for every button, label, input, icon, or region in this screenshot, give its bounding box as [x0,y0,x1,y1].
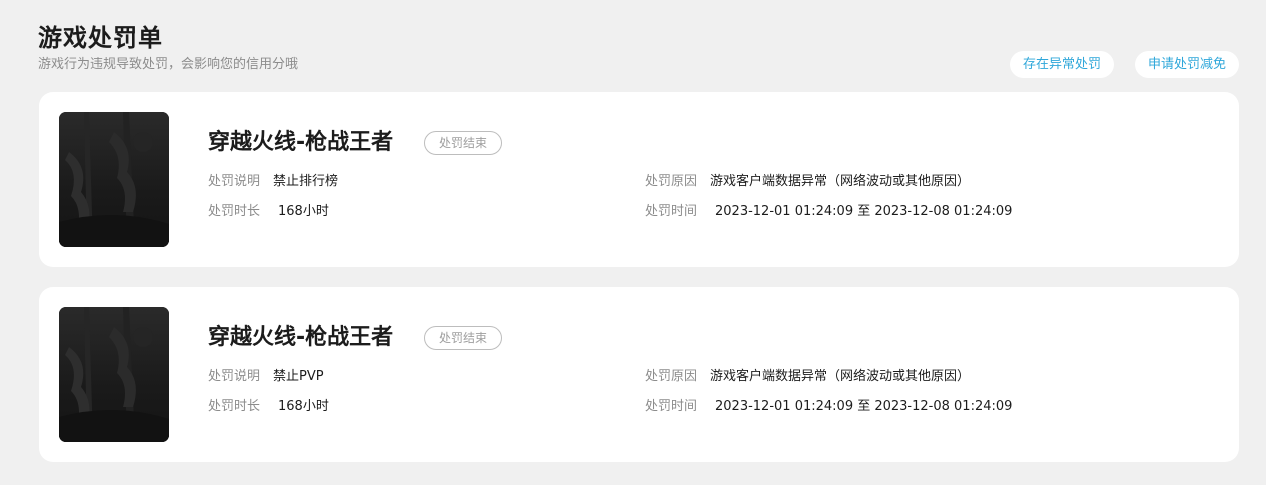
page-header: 游戏处罚单 游戏行为违规导致处罚，会影响您的信用分哦 [38,22,298,75]
penalty-time-field: 处罚时间 2023-12-01 01:24:09 至 2023-12-08 01:… [645,398,1012,416]
field-label: 处罚时间 [645,204,698,219]
penalty-page: 游戏处罚单 游戏行为违规导致处罚，会影响您的信用分哦 存在异常处罚 申请处罚减免 [0,0,1266,485]
game-name: 穿越火线-枪战王者 [208,325,394,350]
game-cover-art [59,112,169,247]
penalty-card: 穿越火线-枪战王者 处罚结束 处罚说明 禁止排行榜 处罚时长 168小时 处罚原因游… [39,92,1239,267]
field-label: 处罚说明 [208,369,261,384]
field-value: 2023-12-01 01:24:09 至 2023-12-08 01:24:0… [715,204,1013,219]
game-cover-image [59,112,169,247]
field-value: 168小时 [278,399,329,414]
field-label: 处罚原因 [645,369,698,384]
penalty-description-field: 处罚说明 禁止排行榜 [208,173,338,191]
field-label: 处罚时长 [208,399,261,414]
penalty-card: 穿越火线-枪战王者 处罚结束 处罚说明 禁止PVP 处罚时长 168小时 处罚原因游… [39,287,1239,462]
penalty-reason-field: 处罚原因 游戏客户端数据异常（网络波动或其他原因） [645,368,970,386]
status-badge: 处罚结束 [424,131,503,155]
field-value: 168小时 [278,204,329,219]
page-title: 游戏处罚单 [38,24,163,52]
penalty-duration-field: 处罚时长 168小时 [208,398,329,416]
page-subtitle: 游戏行为违规导致处罚，会影响您的信用分哦 [38,57,299,72]
field-label: 处罚说明 [208,174,261,189]
header-actions: 存在异常处罚 申请处罚减免 [1009,51,1239,78]
field-label: 处罚时长 [208,204,261,219]
field-value: 游戏客户端数据异常（网络波动或其他原因） [710,174,971,189]
game-cover-art [59,307,169,442]
apply-penalty-reduction-button[interactable]: 申请处罚减免 [1134,51,1239,78]
game-cover-image [59,307,169,442]
penalty-reason-field: 处罚原因 游戏客户端数据异常（网络波动或其他原因） [645,173,970,191]
field-value: 禁止排行榜 [273,174,339,189]
status-badge: 处罚结束 [424,326,503,350]
field-value: 游戏客户端数据异常（网络波动或其他原因） [710,369,971,384]
field-label: 处罚原因 [645,174,698,189]
penalty-description-field: 处罚说明 禁止PVP [208,368,324,386]
field-value: 禁止PVP [273,369,324,384]
field-label: 处罚时间 [645,399,698,414]
penalty-duration-field: 处罚时长 168小时 [208,203,329,221]
report-abnormal-penalty-button[interactable]: 存在异常处罚 [1009,51,1114,78]
game-name: 穿越火线-枪战王者 [208,130,394,155]
penalty-time-field: 处罚时间 2023-12-01 01:24:09 至 2023-12-08 01:… [645,203,1012,221]
field-value: 2023-12-01 01:24:09 至 2023-12-08 01:24:0… [715,399,1013,414]
